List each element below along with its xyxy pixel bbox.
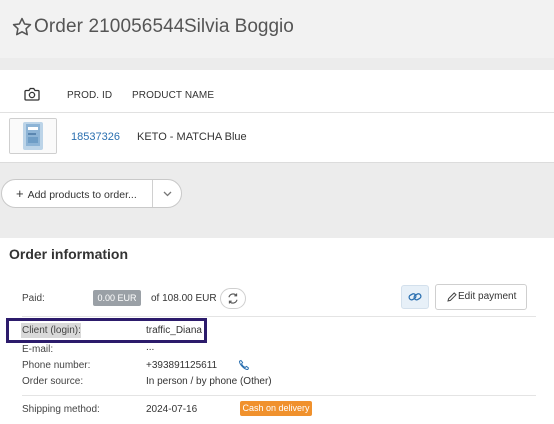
pencil-icon bbox=[447, 292, 457, 302]
paid-amount-badge: 0.00 EUR bbox=[93, 290, 141, 306]
camera-icon bbox=[24, 87, 40, 101]
edit-payment-button[interactable]: Edit payment bbox=[435, 284, 527, 310]
cash-on-delivery-badge: Cash on delivery bbox=[240, 401, 312, 416]
order-source-label: Order source: bbox=[22, 376, 84, 387]
refresh-payment-button[interactable] bbox=[220, 288, 246, 309]
column-header-product-name[interactable]: PRODUCT NAME bbox=[132, 90, 214, 101]
add-products-button-group: + Add products to order... bbox=[1, 179, 182, 208]
star-outline-icon[interactable] bbox=[11, 16, 33, 38]
shipping-method-label: Shipping method: bbox=[22, 404, 100, 415]
section-divider bbox=[22, 316, 536, 317]
product-id-link[interactable]: 18537326 bbox=[71, 131, 120, 143]
add-products-dropdown-toggle[interactable] bbox=[153, 180, 182, 207]
order-information-title: Order information bbox=[9, 246, 129, 262]
column-header-prod-id[interactable]: PROD. ID bbox=[67, 90, 112, 101]
table-header-divider bbox=[0, 112, 554, 113]
chevron-down-icon bbox=[163, 191, 172, 197]
client-highlight-box bbox=[6, 318, 207, 343]
order-title: Order 210056544 bbox=[34, 16, 185, 37]
phone-label: Phone number: bbox=[22, 360, 91, 371]
edit-payment-label: Edit payment bbox=[458, 291, 517, 302]
email-label: E-mail: bbox=[22, 344, 54, 355]
product-name: KETO - MATCHA Blue bbox=[137, 131, 247, 143]
products-table bbox=[0, 70, 554, 163]
email-value: ... bbox=[146, 342, 155, 353]
add-products-button[interactable]: + Add products to order... bbox=[2, 180, 152, 207]
section-divider-2 bbox=[22, 395, 536, 396]
product-thumbnail[interactable] bbox=[9, 118, 57, 154]
paid-label: Paid: bbox=[22, 293, 45, 304]
shipping-date-value: 2024-07-16 bbox=[146, 404, 198, 415]
payment-link-button[interactable] bbox=[401, 285, 429, 309]
paid-total: of 108.00 EUR bbox=[151, 293, 217, 304]
order-source-value: In person / by phone (Other) bbox=[146, 376, 272, 387]
plus-icon: + bbox=[16, 186, 24, 201]
add-products-label: Add products to order... bbox=[27, 189, 137, 201]
refresh-icon bbox=[228, 293, 238, 304]
phone-icon[interactable] bbox=[238, 359, 250, 371]
customer-name: Silvia Boggio bbox=[184, 16, 294, 37]
phone-value: +393891125611 bbox=[146, 360, 218, 371]
link-icon bbox=[408, 293, 422, 301]
